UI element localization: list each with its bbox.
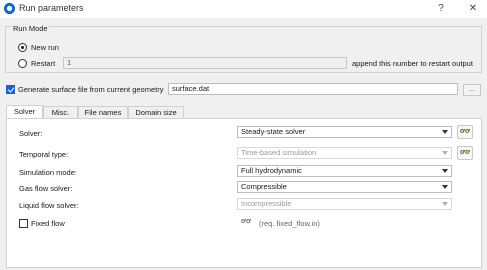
chevron-down-icon [442, 185, 448, 189]
new-run-label: New run [31, 43, 59, 52]
tab-domain-size[interactable]: Domain size [128, 106, 184, 118]
new-run-radio[interactable] [18, 43, 27, 52]
simulation-mode-value: Full hydrodynamic [241, 166, 302, 175]
surface-file-input[interactable]: surface.dat [168, 83, 458, 95]
close-button[interactable]: ✕ [466, 2, 480, 15]
restart-number-input[interactable]: 1 [63, 57, 347, 69]
chevron-down-icon [442, 130, 448, 134]
restart-label: Restart [31, 59, 56, 68]
solver-edit-icon[interactable]: ơơ [457, 125, 473, 139]
fixed-flow-checkbox[interactable] [19, 219, 28, 228]
temporal-type-select[interactable]: Time-based simulation [237, 147, 452, 159]
fixed-flow-requirement-note: (req. fixed_flow.in) [259, 219, 320, 228]
liquid-flow-solver-label: Liquid flow solver: [19, 201, 79, 210]
title-bar: Run parameters ? ✕ [0, 0, 487, 18]
gas-flow-solver-label: Gas flow solver: [19, 184, 73, 193]
restart-hint-label: append this number to restart output [352, 59, 473, 68]
chevron-down-icon [442, 169, 448, 173]
help-button[interactable]: ? [434, 2, 448, 15]
fixed-flow-edit-icon[interactable]: ơơ [238, 216, 254, 230]
generate-surface-label: Generate surface file from current geome… [18, 85, 164, 94]
tab-solver[interactable]: Solver [6, 105, 43, 118]
liquid-flow-solver-select[interactable]: Incompressible [237, 198, 452, 210]
solver-select-value: Steady-state solver [241, 127, 306, 136]
tab-misc[interactable]: Misc. [43, 106, 78, 118]
generate-surface-checkbox[interactable] [6, 85, 15, 94]
restart-radio[interactable] [18, 59, 27, 68]
temporal-type-label: Temporal type: [19, 150, 69, 159]
fixed-flow-label: Fixed flow [31, 219, 65, 228]
solver-tab-panel [6, 118, 482, 268]
chevron-down-icon [442, 202, 448, 206]
window-title: Run parameters [19, 3, 84, 13]
app-logo-icon [4, 3, 15, 14]
temporal-type-value: Time-based simulation [241, 148, 317, 157]
liquid-flow-solver-value: Incompressible [241, 199, 292, 208]
gas-flow-solver-value: Compressible [241, 182, 287, 191]
run-mode-group-title: Run Mode [12, 24, 49, 33]
browse-button[interactable]: ... [463, 84, 481, 96]
tab-file-names[interactable]: File names [78, 106, 128, 118]
simulation-mode-select[interactable]: Full hydrodynamic [237, 165, 452, 177]
solver-label: Solver: [19, 129, 43, 138]
gas-flow-solver-select[interactable]: Compressible [237, 181, 452, 193]
temporal-edit-icon[interactable]: ơơ [457, 146, 473, 160]
simulation-mode-label: Simulation mode: [19, 168, 77, 177]
chevron-down-icon [442, 151, 448, 155]
solver-select[interactable]: Steady-state solver [237, 126, 452, 138]
